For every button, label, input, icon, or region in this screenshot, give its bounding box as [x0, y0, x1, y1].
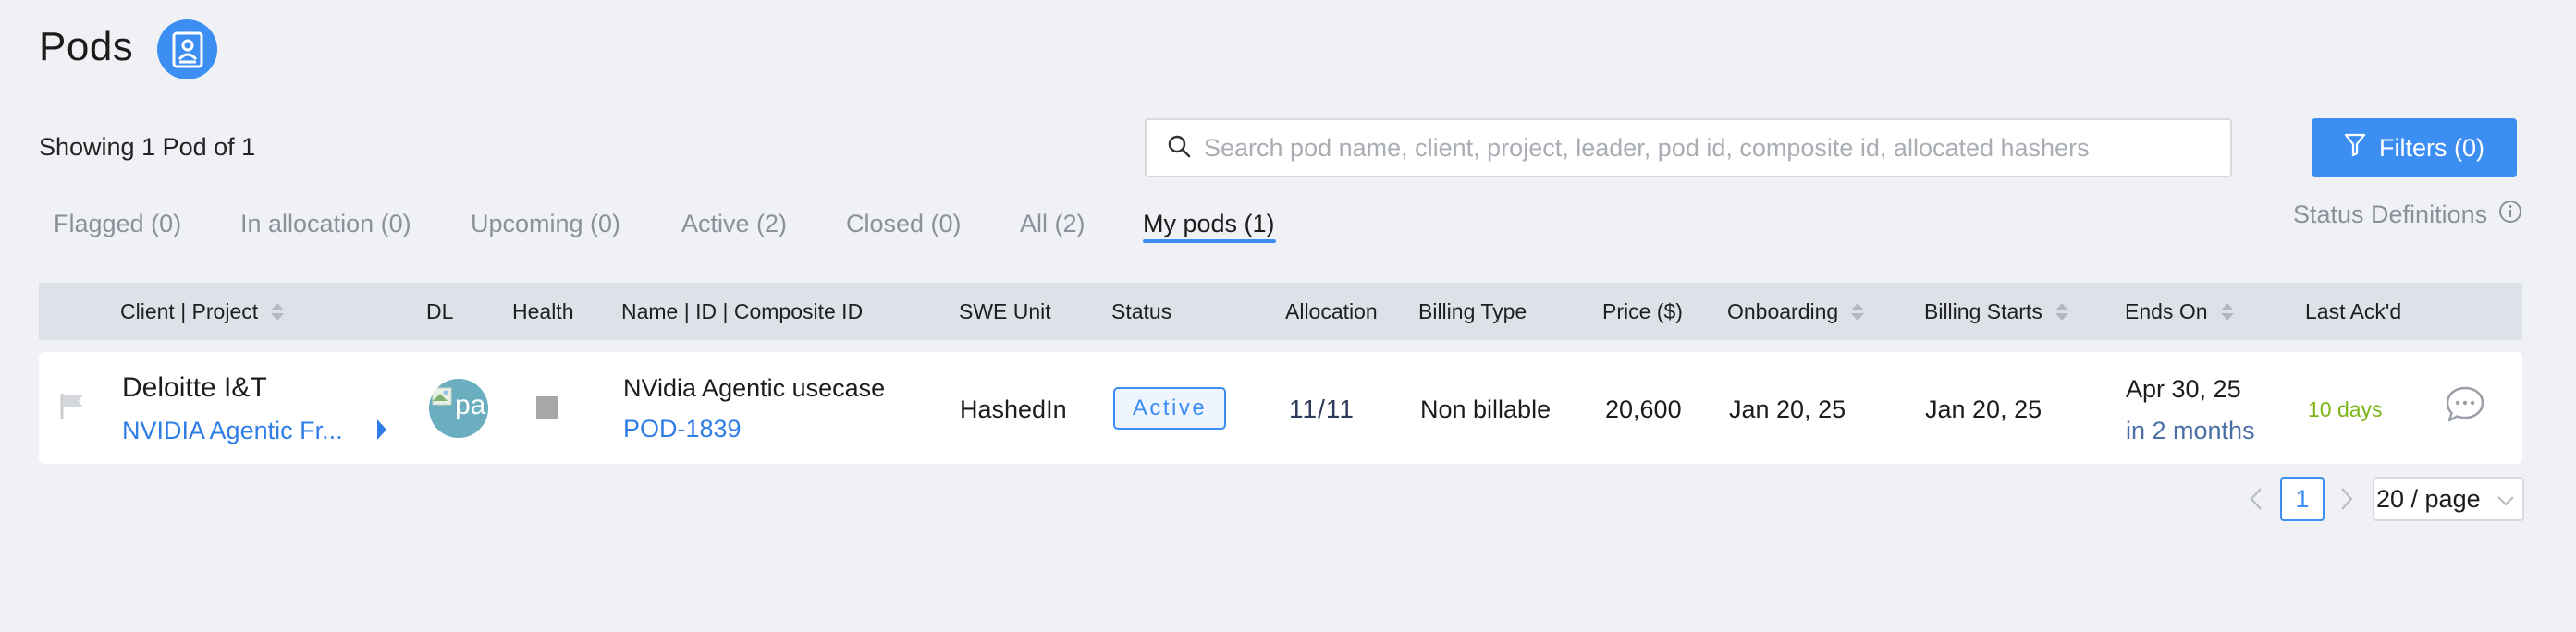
column-label: SWE Unit	[959, 299, 1051, 323]
column-ends-on[interactable]: Ends On	[2125, 299, 2234, 324]
swe-unit: HashedIn	[960, 395, 1067, 423]
onboarding-date: Jan 20, 25	[1729, 395, 1846, 423]
prev-page-icon[interactable]	[2249, 486, 2263, 517]
column-label: Status	[1111, 299, 1172, 323]
column-health: Health	[512, 299, 573, 324]
tab-my-pods[interactable]: My pods (1)	[1143, 210, 1275, 238]
next-page-icon[interactable]	[2339, 486, 2354, 517]
tab-in-allocation[interactable]: In allocation (0)	[240, 210, 411, 238]
comments-icon[interactable]	[2445, 385, 2485, 429]
column-label: Ends On	[2125, 299, 2208, 323]
column-last-ackd: Last Ack'd	[2305, 299, 2401, 324]
status-badge: Active	[1113, 387, 1226, 430]
column-label: Client | Project	[120, 299, 259, 323]
search-input[interactable]	[1204, 133, 2202, 163]
column-status: Status	[1111, 299, 1171, 324]
column-label: Price ($)	[1602, 299, 1683, 323]
column-label: DL	[426, 299, 454, 323]
pod-id-link[interactable]: POD-1839	[623, 415, 742, 444]
column-label: Billing Starts	[1924, 299, 2042, 323]
sort-icon	[2220, 303, 2234, 321]
search-icon	[1167, 134, 1191, 163]
table-row	[39, 352, 2522, 464]
tab-upcoming[interactable]: Upcoming (0)	[471, 210, 620, 238]
page-size-value: 20 / page	[2376, 484, 2481, 513]
page-title: Pods	[39, 24, 134, 69]
tab-closed[interactable]: Closed (0)	[846, 210, 962, 238]
column-label: Allocation	[1285, 299, 1378, 323]
filters-label: Filters (0)	[2379, 133, 2484, 162]
last-ackd: 10 days	[2308, 397, 2383, 421]
health-indicator	[536, 396, 558, 419]
billing-type: Non billable	[1420, 395, 1552, 423]
sort-icon	[271, 303, 285, 321]
filter-icon	[2344, 133, 2366, 164]
page-size-select[interactable]: 20 / page	[2373, 477, 2524, 521]
column-allocation: Allocation	[1285, 299, 1378, 324]
tab-all[interactable]: All (2)	[1020, 210, 1086, 238]
sort-icon	[2055, 303, 2068, 321]
filters-button[interactable]: Filters (0)	[2312, 118, 2517, 177]
contact-book-icon	[157, 19, 217, 79]
column-billing-type: Billing Type	[1418, 299, 1527, 324]
column-label: Health	[512, 299, 574, 323]
allocation-value[interactable]: 11/11	[1289, 395, 1355, 424]
page-button-current[interactable]: 1	[2280, 477, 2325, 521]
pod-count-summary: Showing 1 Pod of 1	[39, 133, 256, 161]
column-onboarding[interactable]: Onboarding	[1727, 299, 1865, 324]
column-label: Last Ack'd	[2305, 299, 2402, 323]
column-dl: DL	[426, 299, 453, 324]
billing-starts-date: Jan 20, 25	[1925, 395, 2042, 423]
column-label: Onboarding	[1727, 299, 1839, 323]
column-label: Name | ID | Composite ID	[621, 299, 864, 323]
column-label: Billing Type	[1418, 299, 1527, 323]
avatar-initials: pa	[455, 390, 486, 420]
ends-on-relative: in 2 months	[2126, 417, 2255, 444]
price-value: 20,600	[1605, 395, 1682, 423]
avatar: pa	[429, 379, 488, 438]
column-swe-unit: SWE Unit	[959, 299, 1051, 324]
caret-right-icon[interactable]	[375, 418, 388, 446]
tab-active[interactable]: Active (2)	[681, 210, 787, 238]
status-definitions-link[interactable]: Status Definitions	[2293, 200, 2522, 230]
search-box[interactable]	[1145, 118, 2232, 177]
pod-name: NVidia Agentic usecase	[623, 374, 886, 402]
column-billing-starts[interactable]: Billing Starts	[1924, 299, 2068, 324]
active-tab-indicator	[1143, 239, 1276, 243]
column-client-project[interactable]: Client | Project	[120, 299, 285, 324]
column-price: Price ($)	[1602, 299, 1683, 324]
ends-on-date: Apr 30, 25	[2126, 375, 2241, 403]
status-definitions-label: Status Definitions	[2293, 201, 2488, 228]
flag-icon[interactable]	[59, 392, 87, 426]
project-link[interactable]: NVIDIA Agentic Fr...	[122, 417, 343, 445]
info-icon	[2498, 200, 2522, 230]
client-name: Deloitte I&T	[122, 372, 267, 403]
column-name-id: Name | ID | Composite ID	[621, 299, 863, 324]
sort-icon	[1851, 303, 1865, 321]
tab-flagged[interactable]: Flagged (0)	[54, 210, 181, 238]
chevron-down-icon	[2496, 485, 2515, 514]
